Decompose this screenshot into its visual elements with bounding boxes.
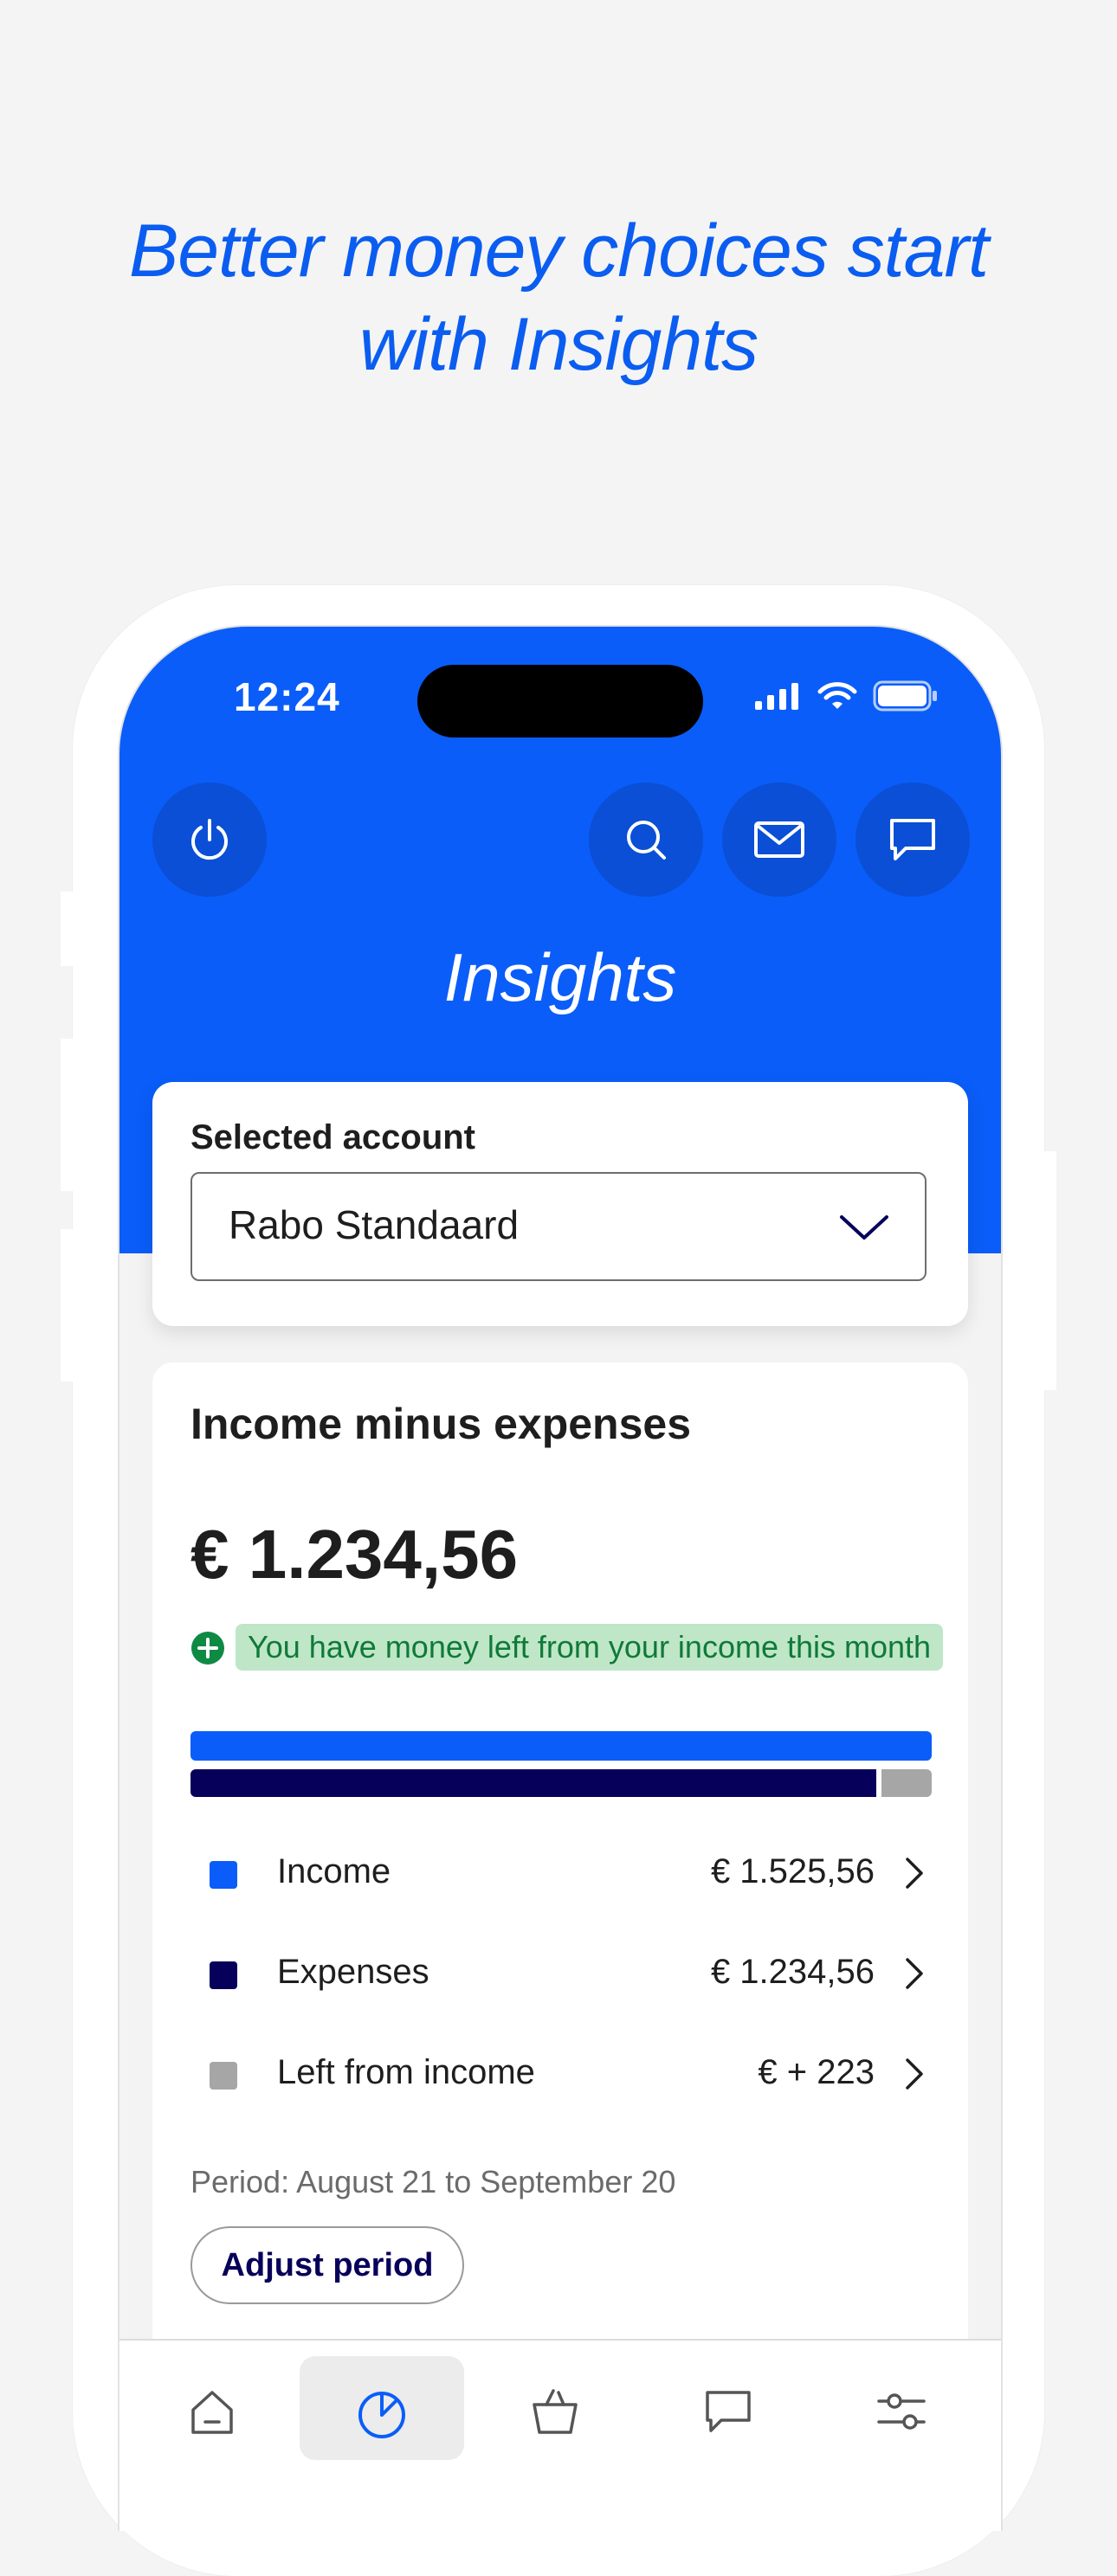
expenses-bar-track — [190, 1769, 932, 1797]
legend-value: € 1.525,56 — [710, 1852, 875, 1890]
account-select[interactable]: Rabo Standaard — [190, 1172, 927, 1281]
income-bar — [190, 1731, 932, 1761]
legend-row-left-from-income[interactable]: Left from income € + 223 — [190, 2046, 932, 2098]
tab-insights[interactable] — [300, 2356, 464, 2460]
basket-icon — [533, 2389, 578, 2434]
insights-pie-icon — [358, 2392, 405, 2438]
legend-label: Expenses — [277, 1953, 429, 1991]
search-button[interactable] — [589, 782, 703, 897]
phone-side-button — [1036, 1151, 1056, 1390]
search-icon — [627, 821, 666, 860]
legend-row-income[interactable]: Income € 1.525,56 — [190, 1845, 932, 1897]
status-time: 12:24 — [234, 674, 340, 719]
tab-shopping[interactable] — [473, 2356, 637, 2460]
phone-screen: 12:24 Insights Selected account Rabo Sta… — [118, 625, 1003, 2531]
account-value: Rabo Standaard — [229, 1202, 520, 1247]
account-label: Selected account — [190, 1118, 476, 1156]
account-card: Selected account Rabo Standaard — [152, 1082, 968, 1326]
headline-line-1: Better money choices start — [128, 209, 989, 293]
battery-icon — [873, 680, 937, 712]
legend-value: € 1.234,56 — [710, 1953, 875, 1991]
settings-sliders-icon — [877, 2393, 926, 2430]
logout-button[interactable] — [152, 782, 267, 897]
left-from-income-bar — [881, 1769, 932, 1797]
signal-icon — [755, 683, 798, 710]
chat-icon — [890, 819, 935, 860]
positive-balance-note: You have money left from your income thi… — [236, 1624, 944, 1671]
home-icon — [191, 2391, 233, 2434]
chat-button[interactable] — [856, 782, 970, 897]
chevron-right-icon — [906, 2058, 923, 2090]
marketing-headline: Better money choices start with Insights — [0, 204, 1117, 391]
phone-side-button — [61, 1039, 81, 1191]
power-icon — [191, 819, 228, 860]
chevron-right-icon — [906, 1958, 923, 1989]
legend-row-expenses[interactable]: Expenses € 1.234,56 — [190, 1946, 932, 1998]
legend-swatch-expenses — [210, 1961, 237, 1989]
card-title: Income minus expenses — [190, 1400, 692, 1448]
legend-swatch-income — [210, 1861, 237, 1889]
chat-icon — [706, 2391, 751, 2432]
tab-settings[interactable] — [819, 2356, 984, 2460]
net-amount: € 1.234,56 — [190, 1516, 519, 1593]
legend-value: € + 223 — [758, 2053, 875, 2091]
tab-bar — [119, 2339, 1001, 2531]
legend-swatch-left-from-income — [210, 2062, 237, 2090]
plus-circle-icon — [191, 1632, 224, 1665]
tab-home[interactable] — [130, 2356, 294, 2460]
screen-title: Insights — [443, 939, 677, 1015]
status-icons — [753, 680, 939, 712]
expenses-bar — [190, 1769, 876, 1797]
mail-button[interactable] — [722, 782, 836, 897]
chevron-down-icon — [840, 1215, 888, 1240]
phone-side-button — [61, 892, 81, 966]
adjust-period-button[interactable]: Adjust period — [190, 2226, 464, 2304]
phone-side-button — [61, 1229, 81, 1381]
tab-messages[interactable] — [646, 2356, 810, 2460]
headline-line-2: with Insights — [358, 303, 759, 386]
wifi-icon — [817, 682, 857, 709]
mail-icon — [754, 821, 804, 858]
dynamic-island — [417, 665, 703, 737]
period-text: Period: August 21 to September 20 — [190, 2164, 676, 2199]
legend-label: Left from income — [277, 2053, 535, 2091]
chevron-right-icon — [906, 1858, 923, 1889]
legend-label: Income — [277, 1852, 391, 1890]
